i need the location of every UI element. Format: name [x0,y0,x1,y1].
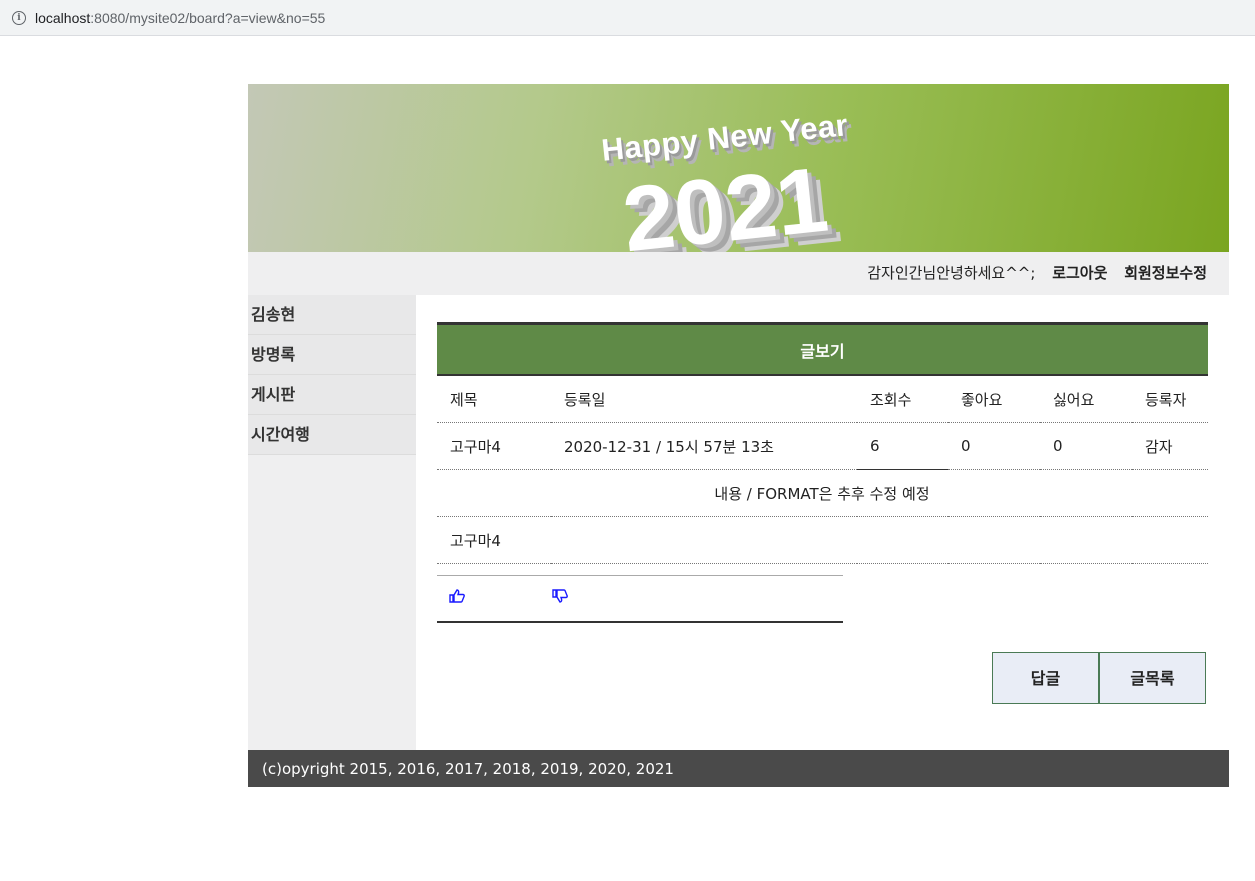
banner-year: 2021 [618,148,833,252]
col-header-date: 등록일 [551,375,857,423]
col-header-dislikes: 싫어요 [1040,375,1132,423]
header-row: 제목 등록일 조회수 좋아요 싫어요 등록자 [437,375,1208,423]
like-bar [437,575,843,623]
format-notice: 내용 / FORMAT은 추후 수정 예정 [437,469,1208,517]
col-header-likes: 좋아요 [948,375,1040,423]
footer: (c)opyright 2015, 2016, 2017, 2018, 2019… [248,750,1229,787]
sidebar-item-board[interactable]: 게시판 [248,375,416,415]
main-content: 글보기 제목 등록일 조회수 좋아요 싫어요 등록자 고구마4 2020-12-… [416,295,1229,750]
post-likes: 0 [948,422,1040,470]
info-icon[interactable]: i [12,10,26,25]
reply-button[interactable]: 답글 [992,652,1099,704]
post-dislikes: 0 [1040,422,1132,470]
thumbs-up-icon[interactable] [449,589,465,607]
post-author: 감자 [1132,422,1208,470]
board-title: 글보기 [437,322,1208,376]
greeting-text: 감자인간님안녕하세요^^; [867,264,1036,282]
edit-profile-link[interactable]: 회원정보수정 [1124,264,1207,282]
thumbs-down-icon[interactable] [552,589,568,607]
sidebar-item-timetravel[interactable]: 시간여행 [248,415,416,455]
post-view-table: 글보기 제목 등록일 조회수 좋아요 싫어요 등록자 고구마4 2020-12-… [437,322,1208,564]
sidebar-item-guestbook[interactable]: 방명록 [248,335,416,375]
post-views: 6 [857,422,948,470]
address-bar[interactable]: i localhost:8080/mysite02/board?a=view&n… [0,0,1255,36]
sidebar: 김송현 방명록 게시판 시간여행 [248,295,416,750]
logout-link[interactable]: 로그아웃 [1052,264,1107,282]
post-content: 고구마4 [437,516,1208,564]
header-banner: Happy New Year 2021 [248,84,1229,252]
top-nav: 감자인간님안녕하세요^^; 로그아웃 회원정보수정 [248,252,1229,295]
list-button[interactable]: 글목록 [1099,652,1206,704]
post-date: 2020-12-31 / 15시 57분 13초 [551,422,857,470]
col-header-views: 조회수 [857,375,948,423]
col-header-title: 제목 [437,375,551,423]
post-title: 고구마4 [437,422,551,470]
page-container: Happy New Year 2021 감자인간님안녕하세요^^; 로그아웃 회… [248,84,1229,787]
sidebar-item-home[interactable]: 김송현 [248,295,416,335]
table-row: 고구마4 2020-12-31 / 15시 57분 13초 6 0 0 감자 [437,422,1208,470]
col-header-author: 등록자 [1132,375,1208,423]
url-text[interactable]: localhost:8080/mysite02/board?a=view&no=… [35,10,325,26]
